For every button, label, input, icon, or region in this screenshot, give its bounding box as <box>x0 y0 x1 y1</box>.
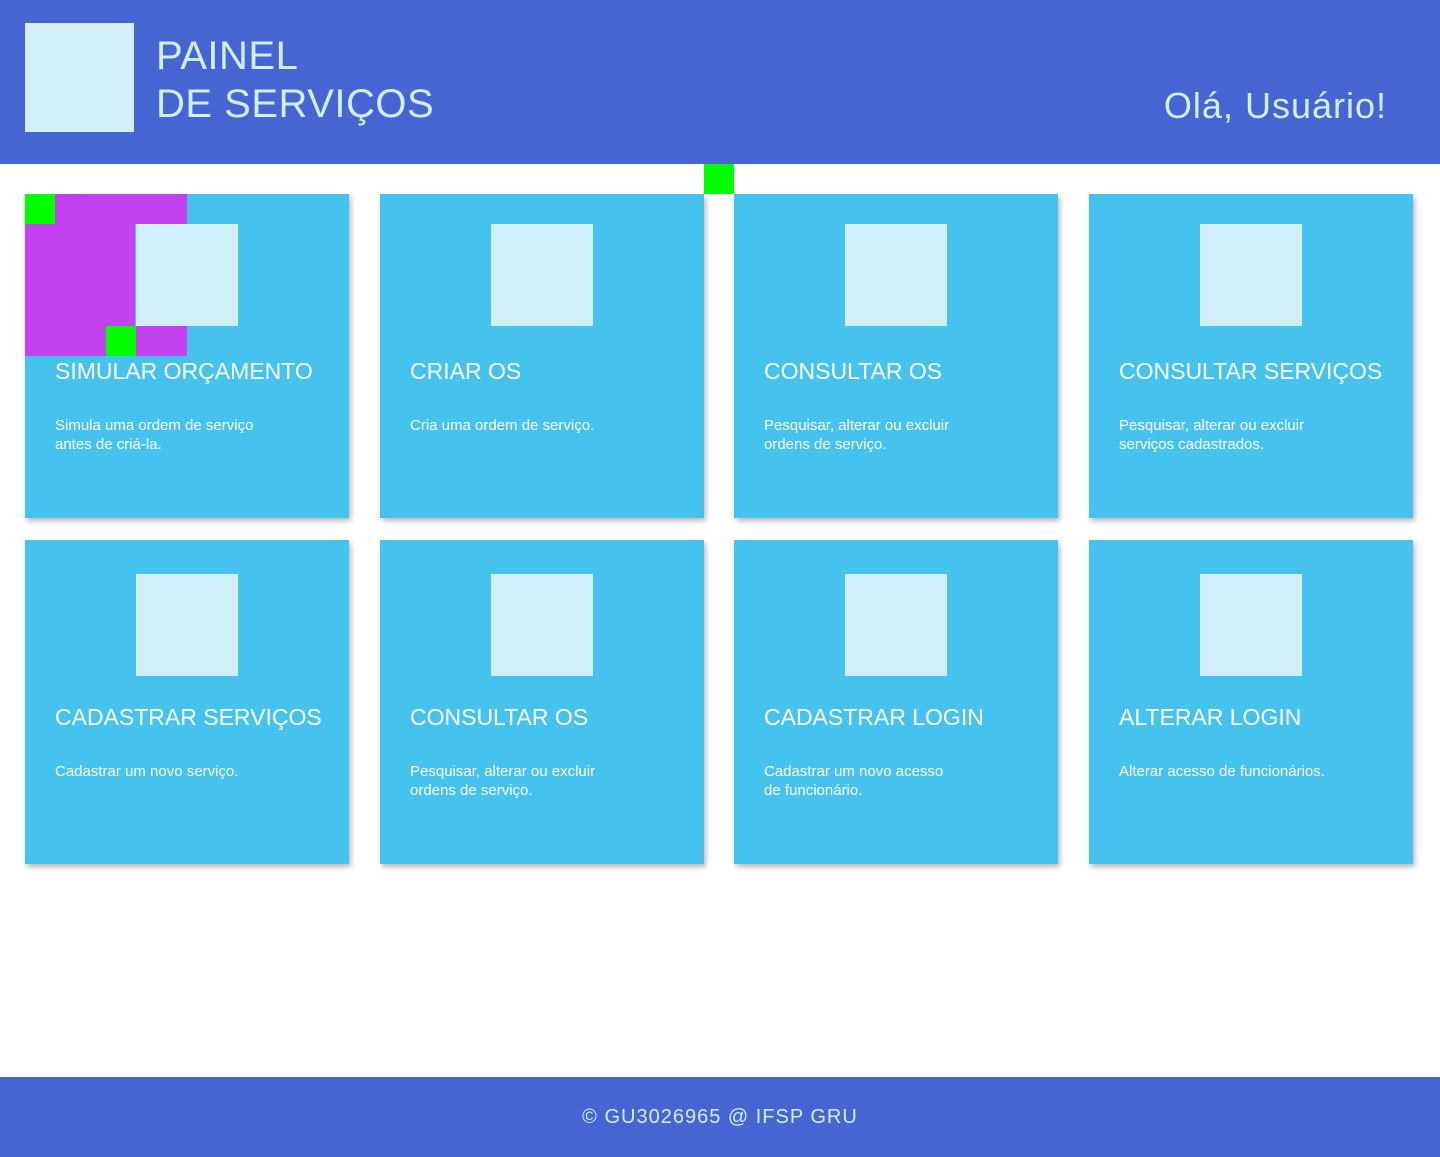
card-title: CRIAR OS <box>410 358 522 384</box>
page-title: PAINEL DE SERVIÇOS <box>156 32 434 128</box>
logo-placeholder-icon[interactable] <box>25 23 134 132</box>
card-image-placeholder-icon <box>845 574 947 676</box>
card-cadastrar-login[interactable]: CADASTRAR LOGIN Cadastrar um novo acesso… <box>734 540 1058 864</box>
card-description: Cadastrar um novo acesso de funcionário. <box>764 763 944 799</box>
green-marker-block <box>25 194 55 224</box>
card-image-placeholder-icon <box>491 224 593 326</box>
green-marker-block <box>704 164 734 194</box>
card-description: Pesquisar, alterar ou excluir ordens de … <box>410 763 596 799</box>
card-image-placeholder-icon <box>136 224 238 326</box>
card-description: Pesquisar, alterar ou excluir ordens de … <box>764 417 950 453</box>
card-title: ALTERAR LOGIN <box>1119 704 1302 730</box>
card-consultar-servicos[interactable]: CONSULTAR SERVIÇOS Pesquisar, alterar ou… <box>1089 194 1413 518</box>
card-description: Cria uma ordem de serviço. <box>410 417 595 434</box>
user-greeting: Olá, Usuário! <box>1163 85 1387 126</box>
card-title: CADASTRAR LOGIN <box>764 704 984 730</box>
card-description: Alterar acesso de funcionários. <box>1119 763 1325 780</box>
card-title: CONSULTAR OS <box>410 704 589 730</box>
card-alterar-login[interactable]: ALTERAR LOGIN Alterar acesso de funcioná… <box>1089 540 1413 864</box>
page-footer: © GU3026965 @ IFSP GRU <box>0 1077 1440 1157</box>
card-description: Pesquisar, alterar ou excluir serviços c… <box>1119 417 1305 453</box>
card-criar-os[interactable]: CRIAR OS Cria uma ordem de serviço. <box>380 194 704 518</box>
card-image-placeholder-icon <box>1200 574 1302 676</box>
card-image-placeholder-icon <box>845 224 947 326</box>
card-description: Simula uma ordem de serviço antes de cri… <box>55 417 254 453</box>
green-marker-block <box>106 326 136 356</box>
page-title-line1: PAINEL <box>156 34 299 78</box>
purple-marker-block <box>25 224 135 326</box>
card-description: Cadastrar um novo serviço. <box>55 763 239 780</box>
card-title: SIMULAR ORÇAMENTO <box>55 358 313 384</box>
card-image-placeholder-icon <box>136 574 238 676</box>
purple-marker-block <box>25 326 106 356</box>
card-image-placeholder-icon <box>1200 224 1302 326</box>
card-title: CONSULTAR OS <box>764 358 943 384</box>
page-header: PAINEL DE SERVIÇOS Olá, Usuário! <box>0 0 1440 164</box>
page-title-line2: DE SERVIÇOS <box>156 82 435 126</box>
purple-marker-block <box>136 326 187 356</box>
card-consultar-os-2[interactable]: CONSULTAR OS Pesquisar, alterar ou exclu… <box>380 540 704 864</box>
card-title: CONSULTAR SERVIÇOS <box>1119 358 1383 384</box>
card-image-placeholder-icon <box>491 574 593 676</box>
footer-copyright: © GU3026965 @ IFSP GRU <box>582 1106 858 1128</box>
card-cadastrar-servicos[interactable]: CADASTRAR SERVIÇOS Cadastrar um novo ser… <box>25 540 349 864</box>
card-title: CADASTRAR SERVIÇOS <box>55 704 322 730</box>
card-consultar-os[interactable]: CONSULTAR OS Pesquisar, alterar ou exclu… <box>734 194 1058 518</box>
